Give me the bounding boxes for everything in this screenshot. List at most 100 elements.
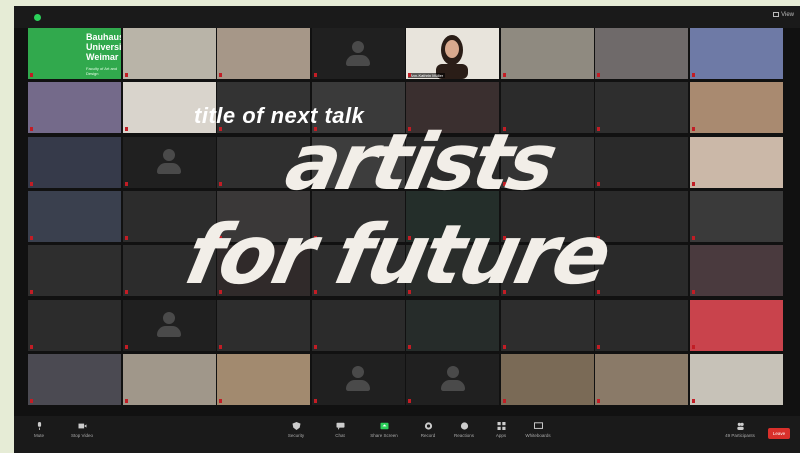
participant-tile[interactable] (122, 299, 216, 351)
participant-tile[interactable] (500, 353, 594, 405)
participant-tile[interactable] (28, 299, 121, 351)
apps-icon (497, 422, 505, 430)
muted-mic-icon (219, 344, 222, 349)
grid-view-icon (773, 12, 780, 17)
participant-tile[interactable] (500, 28, 594, 79)
participant-tile[interactable] (217, 28, 310, 79)
security-button[interactable]: Security (276, 422, 316, 438)
muted-mic-icon (597, 344, 600, 349)
participants-icon (736, 422, 744, 430)
participant-tile[interactable] (406, 82, 499, 134)
security-label: Security (287, 433, 305, 438)
participant-tile[interactable] (500, 245, 594, 297)
participants-label: 49 Participants (720, 433, 760, 438)
muted-mic-icon (124, 344, 128, 349)
participant-tile[interactable] (311, 353, 405, 405)
share-screen-label: Share Screen (370, 433, 398, 438)
muted-mic-icon (219, 181, 222, 186)
participant-tile[interactable] (595, 299, 688, 351)
participant-tile[interactable] (500, 82, 594, 134)
participant-tile[interactable] (689, 136, 783, 188)
participant-tile[interactable] (595, 82, 688, 134)
participant-tile[interactable] (595, 136, 688, 188)
record-button[interactable]: Record (408, 422, 448, 438)
participant-tile[interactable] (122, 353, 216, 405)
participant-tile[interactable] (500, 136, 594, 188)
muted-mic-icon (691, 181, 695, 186)
meeting-toolbar: Mute Stop Video Security Chat Share Scre… (14, 416, 800, 453)
participant-tile[interactable] (28, 245, 121, 297)
whiteboards-button[interactable]: Whiteboards (518, 422, 558, 438)
participant-tile[interactable] (311, 190, 405, 242)
chat-button[interactable]: Chat (320, 422, 360, 438)
participant-tile[interactable] (311, 136, 405, 188)
security-shield-icon[interactable] (34, 14, 41, 21)
muted-mic-icon (597, 127, 600, 132)
participant-tile[interactable] (500, 190, 594, 242)
muted-mic-icon (408, 127, 411, 132)
participant-tile[interactable] (689, 190, 783, 242)
participant-tile[interactable] (217, 299, 310, 351)
apps-button[interactable]: Apps (481, 422, 521, 438)
participant-tile[interactable] (406, 190, 499, 242)
participant-tile[interactable] (595, 190, 688, 242)
shield-icon (292, 422, 300, 430)
participant-tile[interactable] (122, 82, 216, 134)
participant-tile[interactable] (406, 299, 499, 351)
participant-tile[interactable] (217, 82, 310, 134)
muted-mic-icon (691, 73, 695, 77)
participant-tile[interactable] (122, 190, 216, 242)
participant-tile[interactable] (689, 28, 783, 79)
view-button[interactable]: View (773, 12, 794, 18)
participant-tile[interactable] (689, 353, 783, 405)
leave-button[interactable]: Leave (768, 428, 790, 439)
participant-tile[interactable] (595, 245, 688, 297)
muted-mic-icon (597, 290, 600, 295)
participant-tile[interactable] (311, 245, 405, 297)
participant-tile[interactable] (217, 190, 310, 242)
participant-tile[interactable] (311, 299, 405, 351)
participant-tile[interactable] (217, 136, 310, 188)
muted-mic-icon (30, 181, 33, 186)
participant-tile[interactable] (406, 136, 499, 188)
reactions-button[interactable]: Reactions (444, 422, 484, 438)
participant-tile[interactable] (500, 299, 594, 351)
participant-tile[interactable] (689, 245, 783, 297)
participant-tile[interactable] (595, 353, 688, 405)
participant-tile[interactable] (311, 28, 405, 79)
chat-label: Chat (335, 433, 345, 438)
participant-tile[interactable] (595, 28, 688, 79)
muted-mic-icon (30, 344, 33, 349)
share-screen-button[interactable]: Share Screen (364, 422, 404, 438)
participant-tile[interactable] (217, 353, 310, 405)
participants-text: Participants (731, 433, 755, 438)
participant-tile[interactable] (28, 353, 121, 405)
participant-tile[interactable] (311, 82, 405, 134)
participant-tile[interactable] (122, 28, 216, 79)
participant-tile[interactable] (406, 353, 499, 405)
participant-tile[interactable] (28, 136, 121, 188)
participant-tile[interactable] (28, 82, 121, 134)
stop-video-button[interactable]: Stop Video (62, 422, 102, 438)
participant-tile[interactable] (689, 82, 783, 134)
participants-button[interactable]: 49 Participants (720, 422, 760, 438)
muted-mic-icon (502, 127, 506, 132)
participant-tile[interactable] (28, 190, 121, 242)
participant-tile[interactable]: Ann-Kathrin Müller (406, 28, 499, 79)
participant-tile[interactable] (122, 136, 216, 188)
muted-mic-icon (313, 127, 317, 132)
participant-tile[interactable] (689, 299, 783, 351)
logo-line: Universität (86, 42, 121, 52)
muted-mic-icon (30, 290, 33, 295)
speaker-video (436, 35, 468, 79)
default-avatar-icon (343, 366, 373, 392)
mute-button[interactable]: Mute (19, 422, 59, 438)
share-screen-icon (380, 422, 388, 430)
participant-tile[interactable] (217, 245, 310, 297)
participant-tile[interactable] (406, 245, 499, 297)
muted-mic-icon (30, 73, 33, 77)
participant-tile[interactable]: Bauhaus-UniversitätWeimar Faculty of Art … (28, 28, 121, 79)
participant-tile[interactable] (122, 245, 216, 297)
muted-mic-icon (502, 73, 506, 77)
muted-mic-icon (124, 235, 128, 240)
